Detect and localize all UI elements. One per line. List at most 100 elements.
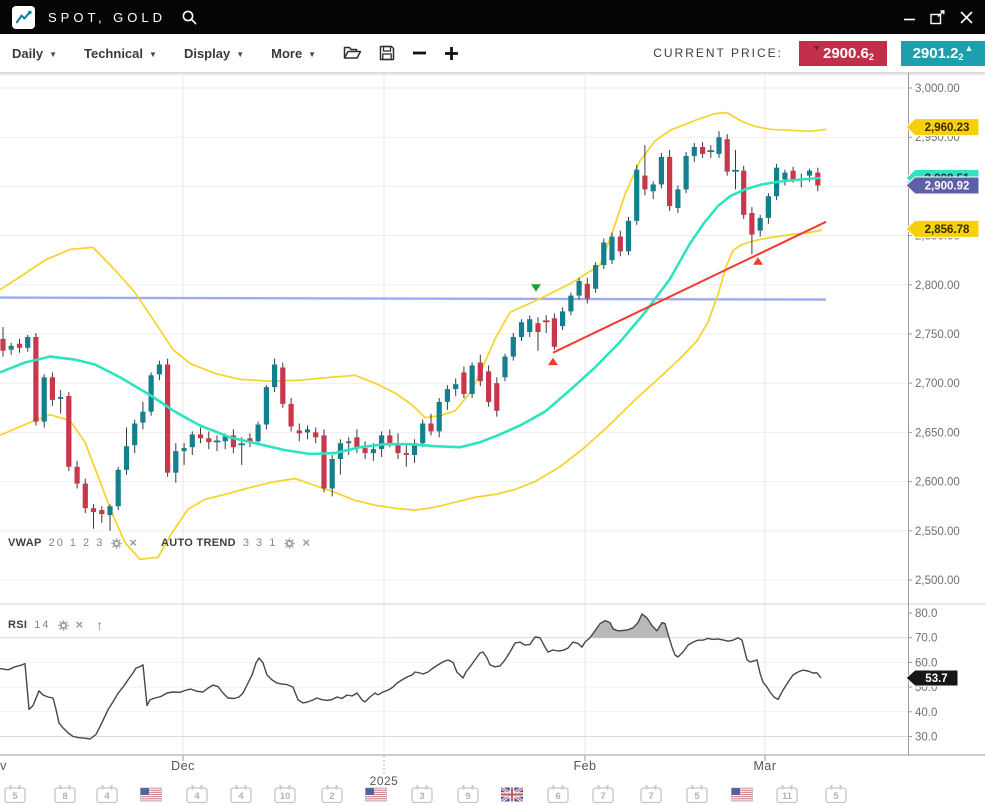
candle: [289, 398, 294, 431]
rsi-overbought-fill: [590, 614, 669, 638]
open-folder-icon[interactable]: [343, 45, 362, 61]
calendar-event-icon[interactable]: 4: [187, 785, 207, 803]
candle: [42, 374, 47, 427]
popout-button[interactable]: [930, 10, 946, 25]
month-label: Feb: [573, 759, 596, 773]
candle: [420, 420, 425, 448]
autotrend-settings-icon[interactable]: [284, 538, 295, 549]
us-flag-icon[interactable]: [365, 788, 387, 802]
buy-signal-icon: [548, 358, 558, 366]
calendar-event-icon[interactable]: 5: [5, 785, 25, 803]
candle: [543, 315, 550, 333]
zoom-out-icon[interactable]: [412, 46, 427, 60]
search-icon[interactable]: [181, 9, 198, 26]
candle: [297, 424, 302, 442]
candle: [568, 293, 573, 316]
calendar-event-icon[interactable]: 4: [231, 785, 251, 803]
candles-layer: [0, 131, 820, 531]
candle: [272, 359, 277, 393]
candle: [116, 467, 121, 510]
svg-text:5: 5: [833, 791, 839, 802]
svg-text:11: 11: [782, 791, 793, 802]
candle: [560, 307, 565, 330]
app-logo-icon: [12, 6, 35, 29]
vwap-settings-icon[interactable]: [111, 538, 122, 549]
candle: [404, 445, 409, 467]
candle: [453, 378, 458, 396]
chevron-down-icon: ▼: [236, 50, 244, 59]
minimize-button[interactable]: [904, 11, 916, 23]
price-axis: 3,000.002,950.002,900.002,850.002,800.00…: [908, 83, 960, 587]
titlebar: SPOT, GOLD: [0, 0, 985, 34]
calendar-event-icon[interactable]: 4: [97, 785, 117, 803]
menu-daily-label: Daily: [12, 46, 43, 61]
calendar-event-icon[interactable]: 5: [687, 785, 707, 803]
candle: [461, 367, 466, 399]
calendar-event-icon[interactable]: 5: [826, 785, 846, 803]
calendar-event-icon[interactable]: 10: [275, 785, 295, 803]
candle: [626, 217, 631, 255]
candle: [659, 153, 664, 189]
rsi-tick-label: 80.0: [915, 608, 937, 620]
time-axis: NovDec2025FebMar: [0, 756, 777, 788]
rsi-move-up-icon[interactable]: ↑: [96, 620, 103, 631]
calendar-event-icon[interactable]: 11: [777, 785, 797, 803]
calendar-event-icon[interactable]: 3: [412, 785, 432, 803]
svg-text:2: 2: [329, 791, 334, 802]
autotrend-params: 3 3 1: [243, 537, 277, 549]
svg-text:5: 5: [12, 791, 18, 802]
us-flag-icon[interactable]: [731, 788, 753, 802]
menu-daily[interactable]: Daily▼: [12, 46, 57, 61]
save-icon[interactable]: [379, 45, 395, 61]
vwap-params: 20 1 2 3: [49, 537, 105, 549]
uk-flag-icon[interactable]: [501, 788, 523, 802]
candle: [346, 437, 351, 455]
candle: [634, 165, 639, 225]
arrow-down-icon: ▼: [812, 43, 821, 53]
candle: [206, 431, 211, 449]
candle: [363, 441, 368, 459]
horizontal-level-line[interactable]: [0, 298, 826, 300]
zoom-in-icon[interactable]: [444, 46, 459, 61]
candle: [182, 443, 187, 465]
autotrend-remove-icon[interactable]: ×: [302, 538, 310, 548]
rsi-settings-icon[interactable]: [58, 620, 69, 631]
calendar-event-icon[interactable]: 6: [548, 785, 568, 803]
menu-more[interactable]: More▼: [271, 46, 316, 61]
candle: [445, 385, 450, 410]
candle: [58, 390, 63, 414]
bid-price-value: 2900.6: [823, 45, 869, 62]
candle: [17, 339, 22, 353]
symbol-title: SPOT, GOLD: [48, 10, 166, 25]
us-flag-icon[interactable]: [140, 788, 162, 802]
close-button[interactable]: [960, 11, 973, 24]
bid-price-box: ▼ 2900.6 2: [799, 41, 887, 66]
rsi-tick-label: 60.0: [915, 657, 937, 669]
candle: [75, 461, 80, 489]
menu-display[interactable]: Display▼: [184, 46, 244, 61]
upper-band-line: [0, 113, 826, 418]
buy-signal-icon: [753, 257, 763, 265]
calendar-event-icon[interactable]: 7: [593, 785, 613, 803]
calendar-event-icon[interactable]: 8: [55, 785, 75, 803]
calendar-event-icon[interactable]: 7: [641, 785, 661, 803]
candle: [99, 506, 104, 523]
rsi-remove-icon[interactable]: ×: [76, 620, 84, 630]
candle: [601, 239, 606, 270]
price-tick-label: 2,600.00: [915, 477, 960, 489]
candle: [749, 207, 754, 254]
vwap-line: [0, 178, 820, 454]
candle: [165, 359, 170, 477]
candle: [157, 361, 162, 381]
menu-technical[interactable]: Technical▼: [84, 46, 157, 61]
vwap-remove-icon[interactable]: ×: [129, 538, 137, 548]
calendar-event-icon[interactable]: 9: [458, 785, 478, 803]
arrow-up-icon: ▲: [964, 43, 973, 53]
candle: [618, 231, 623, 257]
calendar-event-icon[interactable]: 2: [322, 785, 342, 803]
candle: [231, 429, 236, 453]
svg-text:9: 9: [465, 791, 470, 802]
autotrend-label: AUTO TREND: [161, 537, 236, 549]
candle: [667, 150, 672, 211]
chart-canvas[interactable]: 3,000.002,950.002,900.002,850.002,800.00…: [0, 73, 985, 805]
